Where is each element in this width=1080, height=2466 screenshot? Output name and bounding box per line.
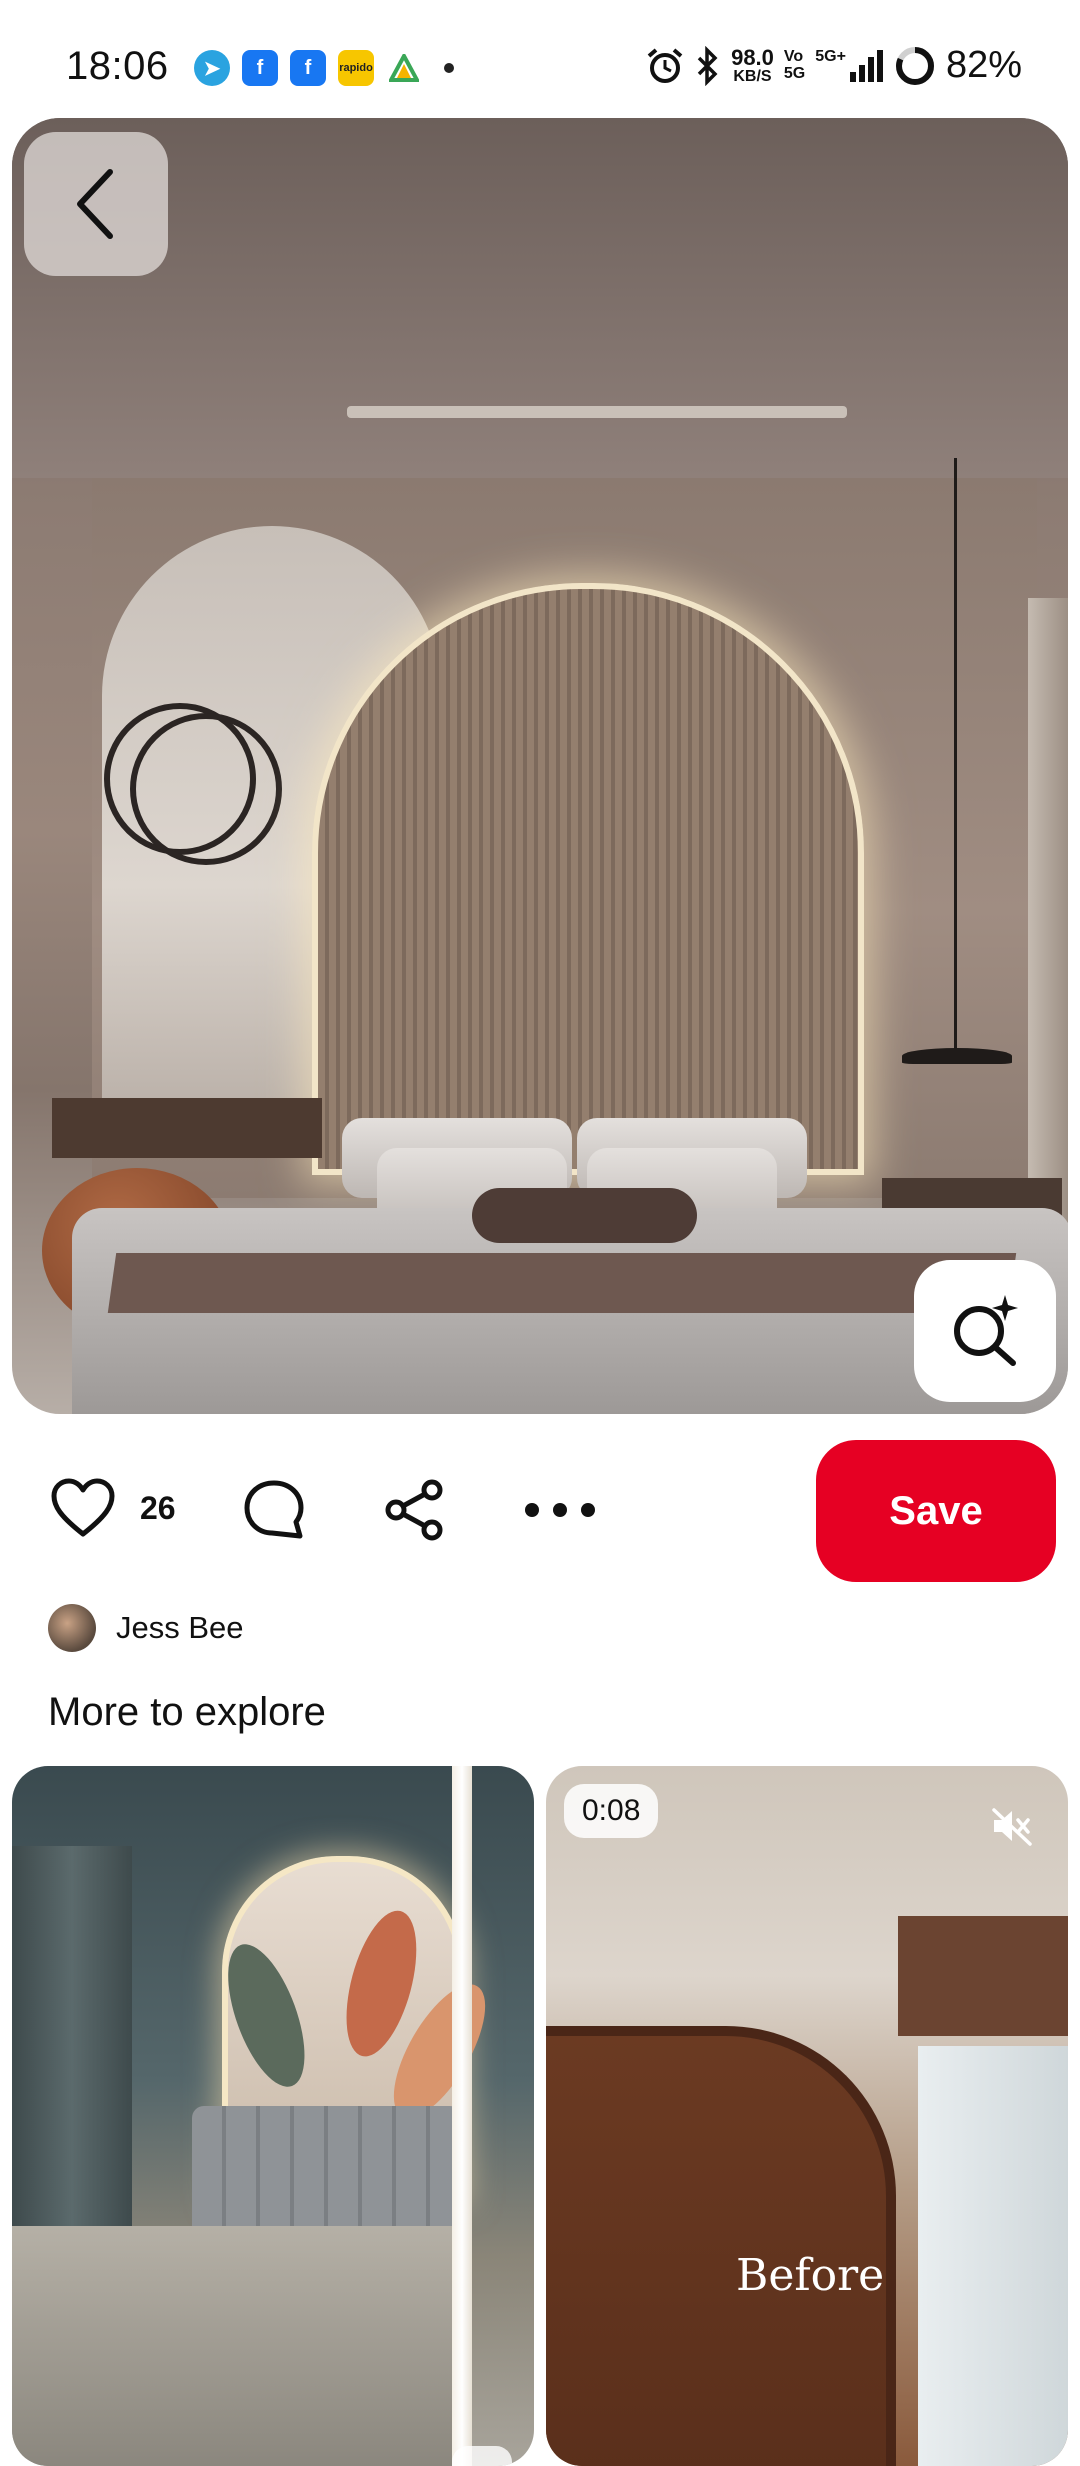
volte-top: Vo [783,47,804,65]
system-icons: 98.0 KB/S Vo 5G 5G+ 82% [645,44,1022,87]
pin-image[interactable] [12,118,1068,1414]
battery-ring-icon [895,46,934,85]
more-notifications-dot [444,63,454,73]
signal-icon: 5G+ [815,48,884,84]
image-ring [130,713,282,865]
explore-video-card[interactable]: Before 0:08 [546,1766,1068,2466]
author-name[interactable]: Jess Bee [116,1610,244,1646]
image-blanket [107,1253,1017,1313]
pin-action-row: 26 Save [0,1440,1080,1582]
ellipsis-icon [525,1503,595,1517]
image-headboard [312,583,864,1175]
notification-icons: ➤ f f rapido [194,50,454,86]
card-image-wooden-arch [546,2026,896,2466]
speaker-muted-icon [992,1808,1032,1846]
image-pendant-lamp [902,1048,1012,1064]
card-image-light-strip [452,1766,472,2466]
image-ceiling [12,118,1068,478]
network-speed: 98.0 KB/S [731,44,774,85]
bluetooth-icon [697,45,718,86]
card-image-headboard [192,2106,462,2246]
like-button[interactable]: 26 [50,1478,176,1538]
more-options-button[interactable] [520,1478,600,1547]
mute-button[interactable] [990,1806,1034,1851]
share-icon [385,1479,443,1541]
card-image-curtain [12,1846,132,2266]
avatar[interactable] [48,1604,96,1652]
image-vanity [52,1098,322,1158]
card-image-bed [12,2226,462,2466]
comment-button[interactable] [242,1478,306,1547]
video-duration-badge: 0:08 [564,1784,659,1838]
network-speed-value: 98.0 [731,44,774,70]
visual-search-button[interactable] [914,1260,1056,1402]
chevron-left-icon [77,169,113,239]
sparkle-search-icon [954,1295,1018,1366]
author-row[interactable]: Jess Bee [48,1604,244,1652]
more-to-explore-heading: More to explore [48,1690,326,1734]
save-button[interactable]: Save [816,1440,1056,1582]
signal-label: 5G+ [815,47,846,65]
like-count: 26 [140,1489,176,1526]
status-bar: 18:06 ➤ f f rapido 98.0 KB/S Vo 5G 5G+ 8… [0,0,1080,120]
explore-card[interactable] [12,1766,534,2466]
share-button[interactable] [382,1478,446,1547]
card-image-window [918,2046,1068,2466]
heart-icon [51,1478,115,1537]
status-time: 18:06 [66,44,169,88]
back-button[interactable] [24,132,168,276]
volte-indicator: Vo 5G [783,47,806,83]
comment-icon [244,1480,304,1539]
pin-badge-icon [452,2446,512,2466]
image-ceiling-light [347,406,847,418]
battery-percent: 82% [945,44,1022,86]
rapido-icon: rapido [338,50,374,86]
volte-bottom: 5G [783,64,806,82]
alarm-icon [647,47,683,83]
video-overlay-text: Before [736,2250,885,2301]
triangle-app-icon [386,50,422,86]
telegram-icon: ➤ [194,50,230,86]
facebook-icon: f [290,50,326,86]
facebook-icon: f [242,50,278,86]
network-speed-unit: KB/S [733,67,772,85]
image-pendant-cord [954,458,957,1058]
image-bolster [472,1188,697,1243]
card-image-beam [898,1916,1068,2036]
